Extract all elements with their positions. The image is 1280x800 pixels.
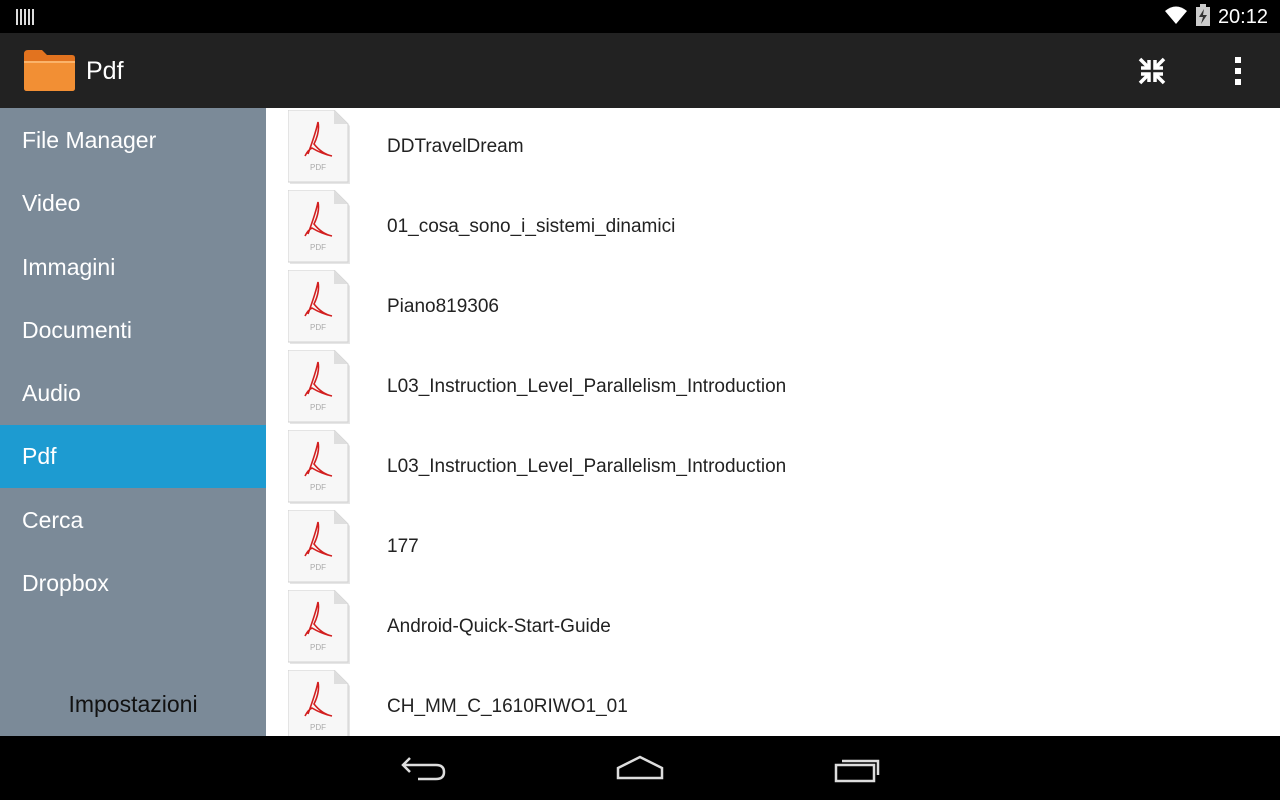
- sidebar-item-label: Documenti: [22, 317, 132, 343]
- sidebar-item-immagini[interactable]: Immagini: [0, 236, 266, 299]
- list-item[interactable]: PDF CH_MM_C_1610RIWO1_01: [266, 668, 1280, 736]
- list-item[interactable]: PDF DDTravelDream: [266, 108, 1280, 188]
- svg-text:PDF: PDF: [310, 163, 326, 172]
- file-list: PDF DDTravelDream PDF 01_cosa_sono_i_sis…: [266, 108, 1280, 736]
- sidebar-item-audio[interactable]: Audio: [0, 362, 266, 425]
- file-name: L03_Instruction_Level_Parallelism_Introd…: [387, 376, 787, 397]
- overflow-menu-icon[interactable]: [1216, 51, 1260, 91]
- system-nav-bar: [0, 736, 1280, 800]
- svg-text:PDF: PDF: [310, 483, 326, 492]
- list-item[interactable]: PDF 01_cosa_sono_i_sistemi_dinamici: [266, 188, 1280, 268]
- recent-apps-icon[interactable]: [827, 750, 887, 786]
- list-item[interactable]: PDF L03_Instruction_Level_Parallelism_In…: [266, 428, 1280, 508]
- svg-text:PDF: PDF: [310, 323, 326, 332]
- status-time: 20:12: [1217, 6, 1268, 28]
- file-name: CH_MM_C_1610RIWO1_01: [387, 696, 628, 717]
- sidebar-item-cerca[interactable]: Cerca: [0, 489, 266, 552]
- svg-text:PDF: PDF: [310, 563, 326, 572]
- notification-barcode-icon: [16, 8, 34, 31]
- sidebar-item-video[interactable]: Video: [0, 172, 266, 235]
- svg-text:PDF: PDF: [310, 403, 326, 412]
- list-item[interactable]: PDF 177: [266, 508, 1280, 588]
- sidebar-item-dropbox[interactable]: Dropbox: [0, 552, 266, 615]
- list-item[interactable]: PDF L03_Instruction_Level_Parallelism_In…: [266, 348, 1280, 428]
- file-name: L03_Instruction_Level_Parallelism_Introd…: [387, 456, 787, 477]
- sidebar-item-label: File Manager: [22, 127, 157, 153]
- file-name: Android-Quick-Start-Guide: [387, 616, 611, 637]
- status-bar: 20:12: [0, 0, 1280, 33]
- folder-icon[interactable]: [22, 48, 76, 97]
- pdf-file-icon: PDF: [288, 190, 350, 264]
- pdf-file-icon: PDF: [288, 270, 350, 344]
- settings-button[interactable]: Impostazioni: [0, 684, 266, 724]
- pdf-file-icon: PDF: [288, 350, 350, 424]
- svg-text:PDF: PDF: [310, 243, 326, 252]
- action-bar: Pdf: [0, 33, 1280, 108]
- sidebar-item-label: Audio: [22, 380, 81, 406]
- sidebar-item-label: Cerca: [22, 507, 84, 533]
- pdf-file-icon: PDF: [288, 430, 350, 504]
- collapse-icon[interactable]: [1130, 51, 1174, 91]
- home-icon[interactable]: [610, 750, 670, 786]
- pdf-file-icon: PDF: [288, 110, 350, 184]
- pdf-file-icon: PDF: [288, 670, 350, 736]
- file-name: 177: [387, 536, 419, 557]
- sidebar-item-label: Pdf: [22, 443, 57, 469]
- list-item[interactable]: PDF Piano819306: [266, 268, 1280, 348]
- sidebar-item-label: Dropbox: [22, 570, 109, 596]
- file-name: 01_cosa_sono_i_sistemi_dinamici: [387, 216, 676, 237]
- back-icon[interactable]: [394, 750, 454, 786]
- list-item[interactable]: PDF Android-Quick-Start-Guide: [266, 588, 1280, 668]
- pdf-file-icon: PDF: [288, 510, 350, 584]
- file-name: Piano819306: [387, 296, 499, 317]
- sidebar-item-label: Immagini: [22, 254, 116, 280]
- svg-text:PDF: PDF: [310, 723, 326, 732]
- sidebar-item-file-manager[interactable]: File Manager: [0, 109, 266, 172]
- pdf-file-icon: PDF: [288, 590, 350, 664]
- sidebar: File Manager Video Immagini Documenti Au…: [0, 108, 266, 736]
- svg-text:PDF: PDF: [310, 643, 326, 652]
- sidebar-item-documenti[interactable]: Documenti: [0, 299, 266, 362]
- file-name: DDTravelDream: [387, 136, 524, 157]
- battery-charging-icon: [1195, 4, 1210, 31]
- page-title: Pdf: [86, 57, 124, 85]
- sidebar-item-label: Video: [22, 190, 81, 216]
- sidebar-item-pdf[interactable]: Pdf: [0, 425, 266, 488]
- wifi-icon: [1164, 5, 1188, 30]
